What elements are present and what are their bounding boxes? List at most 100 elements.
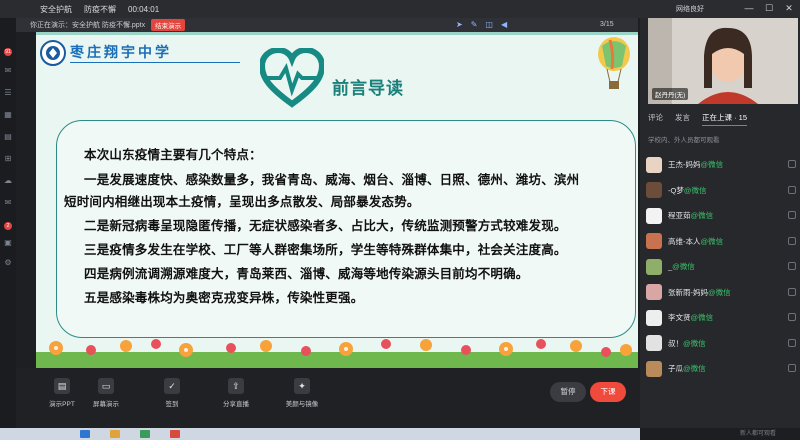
chat-input[interactable]: 新人都可观看 xyxy=(640,428,800,440)
right-panel: 赵丹丹(无) 评论 发言 正在上课 · 15 学校内、外人员都可观看 王杰-妈妈… xyxy=(640,18,800,428)
paragraph-1: 一是发展速度快、感染数量多，我省青岛、威海、烟台、淄博、日照、德州、潍坊、滨州 xyxy=(84,173,580,187)
work-icon[interactable]: ▣ xyxy=(3,238,13,248)
cloud-icon[interactable]: ☁ xyxy=(3,176,13,186)
maximize-button[interactable]: ☐ xyxy=(764,3,774,13)
taskbar-app-icon[interactable] xyxy=(140,430,150,438)
app-name: 安全护航 xyxy=(40,4,72,14)
calendar-icon[interactable]: ▦ xyxy=(3,110,13,120)
network-status: 网络良好 xyxy=(676,6,704,13)
user-name: 叔！ xyxy=(668,338,683,348)
camera-name-tag: 赵丹丹(无) xyxy=(652,88,689,100)
apps-icon[interactable]: ⊞ xyxy=(3,154,13,164)
pen-icon[interactable]: ✎ xyxy=(471,20,478,29)
user-menu-icon[interactable] xyxy=(788,313,796,321)
user-name: 张新雨-妈妈 xyxy=(668,287,708,297)
user-source: @微信 xyxy=(683,185,707,195)
avatar xyxy=(646,335,662,352)
settings-icon[interactable]: ⚙ xyxy=(3,258,13,268)
taskbar-app-icon[interactable] xyxy=(110,430,120,438)
page-indicator: 3/15 xyxy=(600,21,614,28)
present-ppt-label: 演示PPT xyxy=(49,401,75,408)
contacts-icon[interactable]: ☰ xyxy=(3,88,13,98)
user-menu-icon[interactable] xyxy=(788,364,796,372)
screen-share-button[interactable]: ▭ 屏幕演示 xyxy=(78,378,134,408)
list-item[interactable]: 高维-本人 @微信 xyxy=(646,229,796,255)
paragraph-2: 二是新冠病毒呈现隐匿传播，无症状感染者多、占比大，传统监测预警方式较难发现。 xyxy=(84,219,567,233)
avatar xyxy=(646,284,662,301)
user-menu-icon[interactable] xyxy=(788,185,796,194)
user-source: @微信 xyxy=(690,211,714,221)
avatar xyxy=(646,258,662,275)
user-source: @微信 xyxy=(708,287,731,297)
title-bar: 安全护航 防疫不懈 00:04:01 网络良好 — ☐ ✕ xyxy=(0,0,800,18)
user-name: 程亚茹 xyxy=(668,211,691,221)
minimize-button[interactable]: — xyxy=(744,3,754,13)
school-underline xyxy=(70,62,240,63)
list-item[interactable]: 李文贤 @微信 xyxy=(646,305,796,331)
app-sidebar: 91 ✉ ☰ ▦ ▤ ⊞ ☁ ✉ 2 ▣ ⚙ xyxy=(0,18,16,428)
prev-page-icon[interactable]: ◀ xyxy=(501,20,507,29)
checkin-icon: ✓ xyxy=(164,378,180,394)
share-live-label: 分享直播 xyxy=(223,401,249,408)
list-item[interactable]: 程亚茹 @微信 xyxy=(646,203,796,229)
beauty-mirror-button[interactable]: ✦ 美颜与镜像 xyxy=(274,378,330,408)
list-item[interactable]: _ @微信 xyxy=(646,254,796,280)
control-bar: ▤ 演示PPT ▭ 屏幕演示 ✓ 签到 ⇪ 分享直播 ✦ 美颜与镜像 暂停 下课 xyxy=(16,368,640,428)
stop-present-button[interactable]: 结束演示 xyxy=(151,19,186,31)
slide: 枣庄翔宇中学 前言导读 本次山东疫情主要有几个特点： 一是发展速度快、感染数量多… xyxy=(36,32,638,368)
user-name: 李文贤 xyxy=(668,313,691,323)
user-menu-icon[interactable] xyxy=(788,211,796,219)
user-menu-icon[interactable] xyxy=(788,262,796,270)
heart-pulse-icon xyxy=(260,48,324,108)
message-icon[interactable]: ✉ xyxy=(3,66,13,76)
user-source: @微信 xyxy=(672,262,695,272)
end-class-button[interactable]: 下课 xyxy=(590,382,626,402)
user-name: -Q梦 xyxy=(668,185,684,195)
list-item[interactable]: -Q梦 @微信 xyxy=(646,178,796,204)
avatar xyxy=(646,182,662,199)
slide-heading: 前言导读 xyxy=(332,79,404,98)
taskbar xyxy=(0,428,640,440)
user-name: 子瓜 xyxy=(668,364,683,374)
tab-comments[interactable]: 评论 xyxy=(648,112,663,126)
list-item[interactable]: 子瓜 @微信 xyxy=(646,356,796,382)
screen-share-label: 屏幕演示 xyxy=(93,401,119,408)
user-name: 王杰-妈妈 xyxy=(668,160,701,170)
paragraph-3: 三是疫情多发生在学校、工厂等人群密集场所，学生等特殊群体集中，社会关注度高。 xyxy=(84,243,567,257)
user-source: @微信 xyxy=(683,364,706,374)
school-name: 枣庄翔宇中学 xyxy=(70,45,172,61)
app-window: 安全护航 防疫不懈 00:04:01 网络良好 — ☐ ✕ 91 ✉ ☰ ▦ ▤… xyxy=(0,0,800,440)
beauty-mirror-label: 美颜与镜像 xyxy=(285,401,319,408)
paragraph-5: 五是感染毒株均为奥密克戎变异株，传染性更强。 xyxy=(84,291,364,305)
user-menu-icon[interactable] xyxy=(788,160,796,168)
list-item[interactable]: 王杰-妈妈 @微信 xyxy=(646,152,796,178)
viewer-hint: 学校内、外人员都可观看 xyxy=(648,137,720,144)
share-live-button[interactable]: ⇪ 分享直播 xyxy=(208,378,264,408)
user-source: @微信 xyxy=(683,338,706,348)
checkin-button[interactable]: ✓ 签到 xyxy=(144,378,200,408)
taskbar-app-icon[interactable] xyxy=(80,430,90,438)
tab-speak[interactable]: 发言 xyxy=(675,112,690,126)
taskbar-app-icon[interactable] xyxy=(170,430,180,438)
notification-badge: 91 xyxy=(4,48,12,56)
tab-attending[interactable]: 正在上课 · 15 xyxy=(702,112,748,126)
mail-icon[interactable]: ✉ xyxy=(3,198,13,208)
camera-video: 赵丹丹(无) xyxy=(648,18,798,104)
beauty-icon: ✦ xyxy=(294,378,310,394)
user-source: @微信 xyxy=(700,160,724,170)
paragraph-4: 四是病例流调溯源难度大，青岛莱西、淄博、威海等地传染源头目前均不明确。 xyxy=(84,267,529,281)
pointer-icon[interactable]: ➤ xyxy=(456,20,463,29)
list-item[interactable]: 叔！ @微信 xyxy=(646,331,796,357)
user-source: @微信 xyxy=(690,313,714,323)
user-name: 高维-本人 xyxy=(668,236,701,246)
eraser-icon[interactable]: ◫ xyxy=(485,20,493,29)
close-button[interactable]: ✕ xyxy=(784,3,794,13)
doc-icon[interactable]: ▤ xyxy=(3,132,13,142)
panel-tabs: 评论 发言 正在上课 · 15 xyxy=(648,112,748,126)
user-menu-icon[interactable] xyxy=(788,236,796,245)
attendee-list: 王杰-妈妈 @微信 -Q梦 @微信 程亚茹 @微信 高维-本人 @微信 _ @微信 xyxy=(646,152,796,382)
user-menu-icon[interactable] xyxy=(788,287,796,296)
pause-button[interactable]: 暂停 xyxy=(550,382,586,402)
list-item[interactable]: 张新雨-妈妈 @微信 xyxy=(646,280,796,306)
user-menu-icon[interactable] xyxy=(788,338,796,347)
